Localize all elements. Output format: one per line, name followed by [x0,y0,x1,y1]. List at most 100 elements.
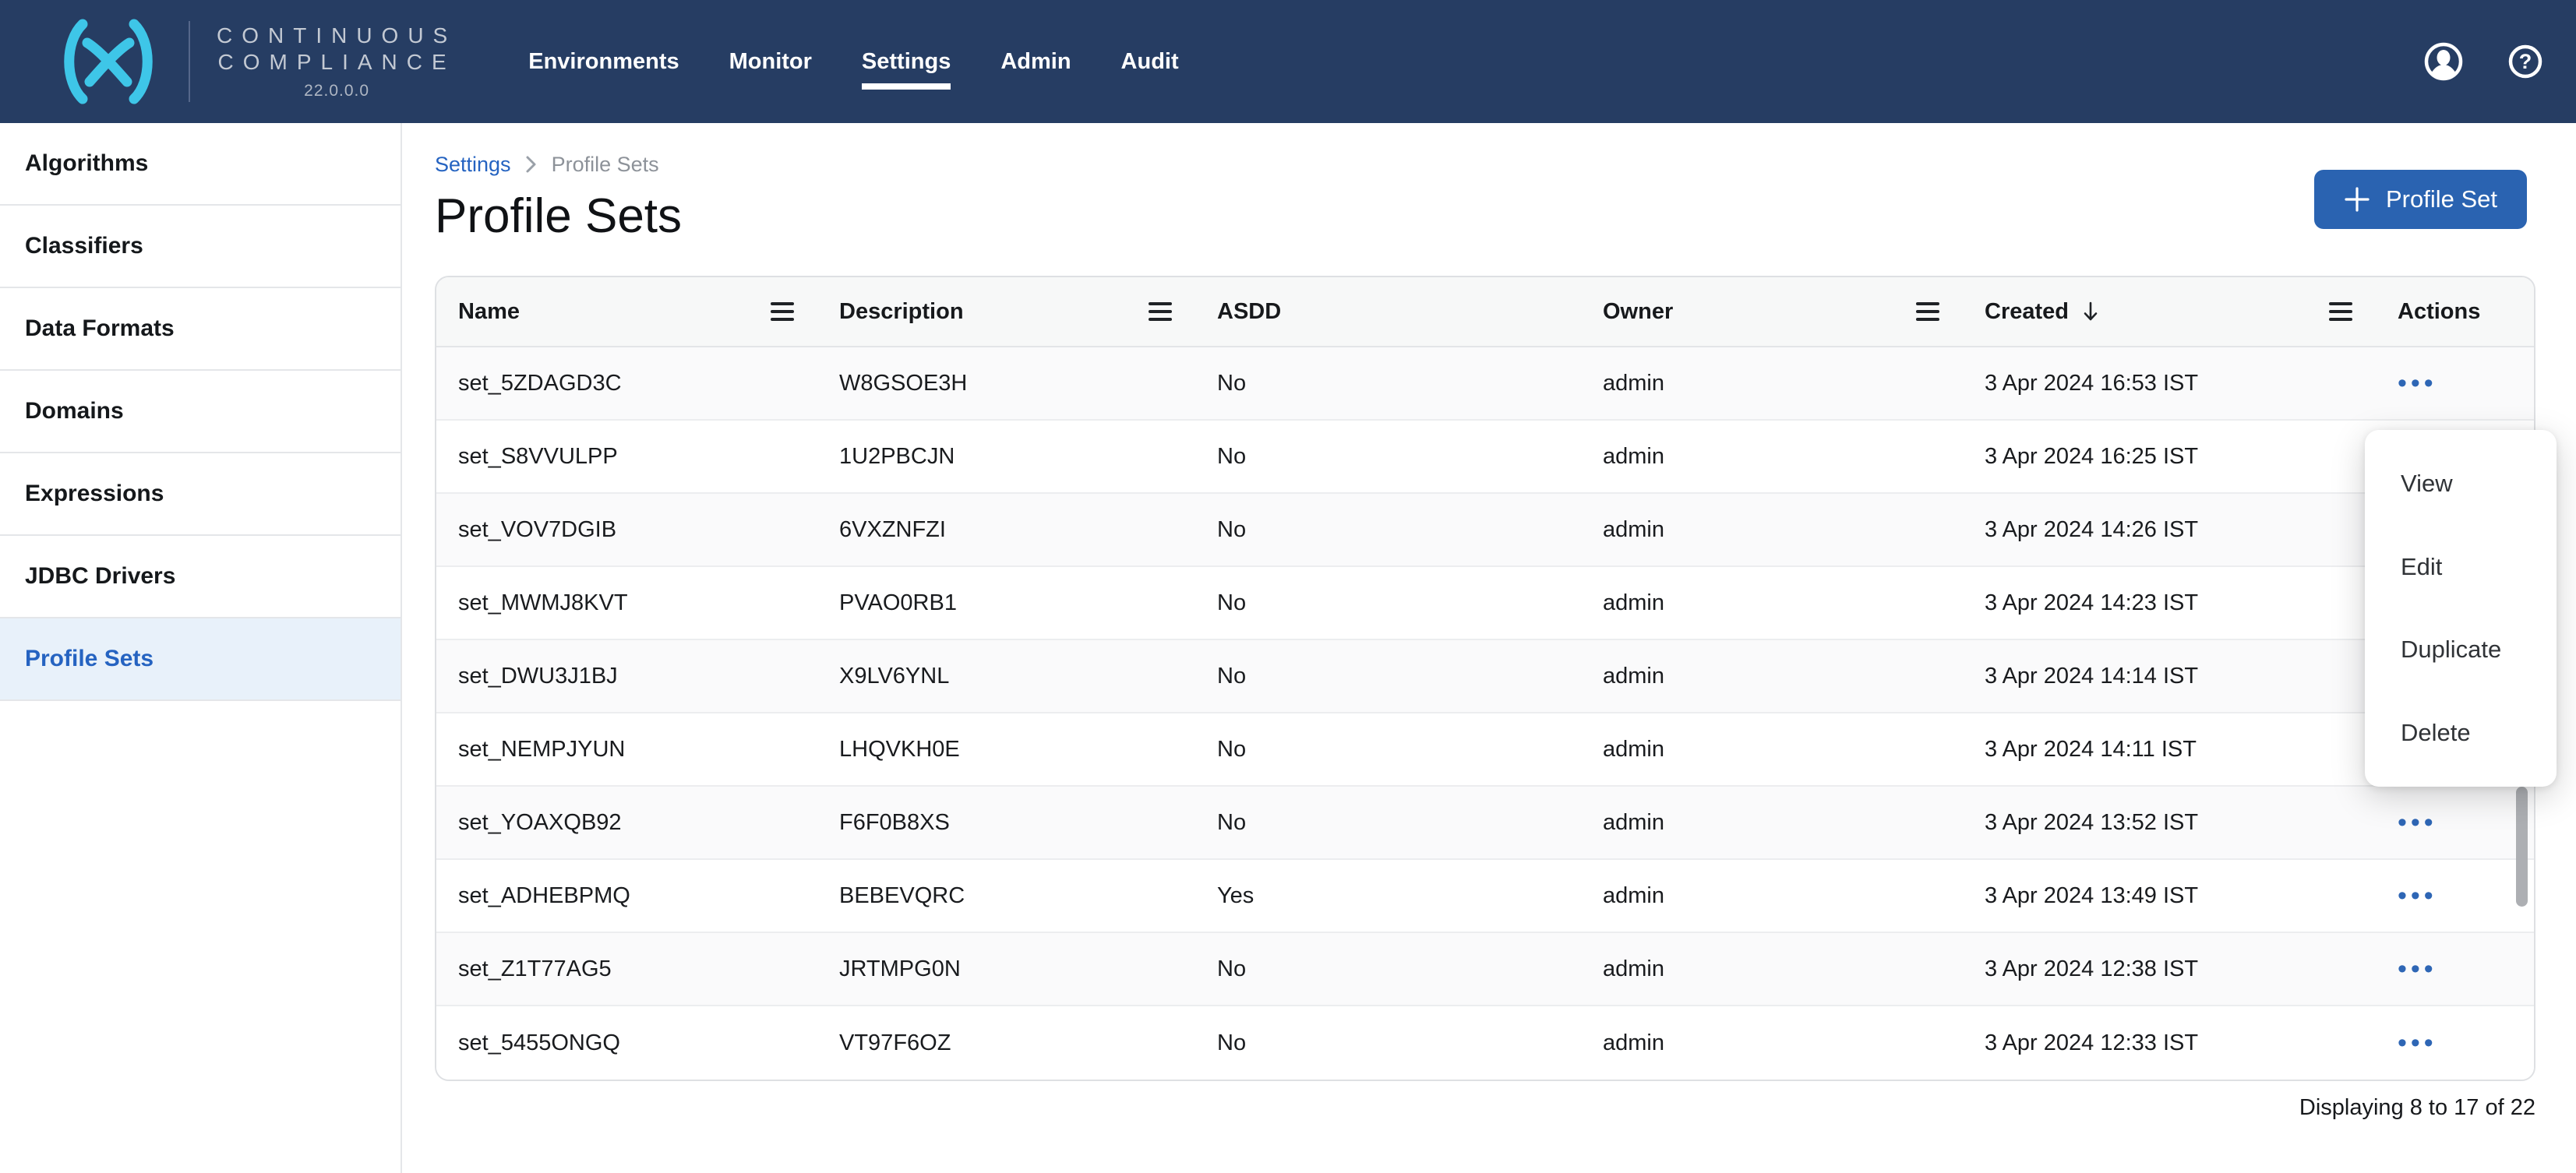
brand-line-2: COMPLIANCE [218,49,456,76]
table-row: set_MWMJ8KVT PVAO0RB1 No admin 3 Apr 202… [436,567,2534,640]
cell-created: 3 Apr 2024 12:33 IST [1963,1006,2376,1080]
add-profile-set-button[interactable]: Profile Set [2314,170,2527,229]
profile-sets-table: Name Description ASDD [435,276,2535,1081]
column-label: Actions [2398,299,2480,325]
table-row: set_ADHEBPMQ BEBEVQRC Yes admin 3 Apr 20… [436,860,2534,933]
column-menu-icon[interactable] [1916,302,1939,321]
column-header[interactable]: Created [1963,277,2376,346]
cell-description: 1U2PBCJN [817,421,1195,492]
cell-name: set_YOAXQB92 [436,787,817,858]
cell-asdd: No [1195,567,1581,639]
table-body: set_5ZDAGD3C W8GSOE3H No admin 3 Apr 202… [436,347,2534,1080]
table-row: set_S8VVULPP 1U2PBCJN No admin 3 Apr 202… [436,421,2534,494]
column-label: Name [458,299,520,325]
nav-item[interactable]: Audit [1121,38,1179,85]
nav-item[interactable]: Settings [862,38,951,85]
context-menu-item[interactable]: Delete [2365,692,2557,775]
sidebar-item[interactable]: JDBC Drivers [0,536,401,618]
cell-owner: admin [1581,933,1963,1005]
cell-description: JRTMPG0N [817,933,1195,1005]
row-actions-menu-icon[interactable]: ••• [2398,370,2437,396]
pagination-status: Displaying 8 to 17 of 22 [435,1095,2535,1121]
row-actions-menu-icon[interactable]: ••• [2398,1030,2437,1056]
sidebar-item[interactable]: Algorithms [0,123,401,206]
context-menu-item[interactable]: Edit [2365,526,2557,609]
cell-created: 3 Apr 2024 14:23 IST [1963,567,2376,639]
cell-name: set_MWMJ8KVT [436,567,817,639]
app-logo: CONTINUOUS COMPLIANCE 22.0.0.0 [50,19,457,104]
cell-asdd: No [1195,713,1581,785]
main-content: Settings Profile Sets Profile Sets Profi… [402,123,2576,1173]
cell-created: 3 Apr 2024 16:25 IST [1963,421,2376,492]
delphix-x-logo-icon [50,19,167,104]
column-header[interactable]: Name [436,277,817,346]
breadcrumb-current: Profile Sets [552,153,659,177]
nav-item[interactable]: Environments [528,38,679,85]
cell-name: set_Z1T77AG5 [436,933,817,1005]
cell-name: set_NEMPJYUN [436,713,817,785]
column-header[interactable]: Actions [2376,277,2534,346]
column-header[interactable]: ASDD [1195,277,1581,346]
brand-line-1: CONTINUOUS [217,23,457,49]
column-header[interactable]: Owner [1581,277,1963,346]
cell-owner: admin [1581,421,1963,492]
row-actions-menu-icon[interactable]: ••• [2398,956,2437,982]
sidebar-item[interactable]: Classifiers [0,206,401,288]
cell-created: 3 Apr 2024 13:52 IST [1963,787,2376,858]
row-actions-menu-icon[interactable]: ••• [2398,882,2437,909]
cell-created: 3 Apr 2024 16:53 IST [1963,347,2376,419]
page-title: Profile Sets [435,188,2576,245]
cell-description: X9LV6YNL [817,640,1195,712]
column-header[interactable]: Description [817,277,1195,346]
cell-actions: ••• [2376,347,2534,419]
row-actions-menu-icon[interactable]: ••• [2398,809,2437,836]
column-menu-icon[interactable] [771,302,794,321]
table-scrollbar-thumb[interactable] [2516,787,2528,907]
chevron-right-icon [525,154,538,174]
breadcrumb-settings-link[interactable]: Settings [435,153,511,177]
help-icon[interactable]: ? [2507,44,2543,79]
context-menu-item[interactable]: View [2365,442,2557,526]
user-avatar-icon[interactable] [2423,41,2464,82]
cell-actions: ••• [2376,787,2534,858]
sidebar-item[interactable]: Expressions [0,453,401,536]
context-menu-item[interactable]: Duplicate [2365,608,2557,692]
cell-name: set_S8VVULPP [436,421,817,492]
cell-created: 3 Apr 2024 12:38 IST [1963,933,2376,1005]
breadcrumb: Settings Profile Sets [435,151,2576,178]
cell-actions: ••• [2376,933,2534,1005]
cell-description: BEBEVQRC [817,860,1195,932]
column-label: Description [839,299,964,325]
cell-description: PVAO0RB1 [817,567,1195,639]
cell-owner: admin [1581,640,1963,712]
cell-owner: admin [1581,860,1963,932]
cell-created: 3 Apr 2024 14:14 IST [1963,640,2376,712]
cell-asdd: No [1195,640,1581,712]
cell-owner: admin [1581,1006,1963,1080]
table-row: set_Z1T77AG5 JRTMPG0N No admin 3 Apr 202… [436,933,2534,1006]
sort-desc-icon[interactable] [2081,300,2100,323]
cell-created: 3 Apr 2024 13:49 IST [1963,860,2376,932]
cell-description: W8GSOE3H [817,347,1195,419]
cell-owner: admin [1581,787,1963,858]
sidebar-item[interactable]: Data Formats [0,288,401,371]
cell-asdd: No [1195,421,1581,492]
column-label: ASDD [1217,299,1281,325]
cell-name: set_DWU3J1BJ [436,640,817,712]
column-menu-icon[interactable] [2329,302,2352,321]
cell-owner: admin [1581,494,1963,565]
nav-item[interactable]: Admin [1000,38,1071,85]
cell-name: set_5ZDAGD3C [436,347,817,419]
table-row: set_YOAXQB92 F6F0B8XS No admin 3 Apr 202… [436,787,2534,860]
sidebar-item[interactable]: Profile Sets [0,618,401,701]
app-version: 22.0.0.0 [304,82,369,100]
cell-asdd: No [1195,1006,1581,1080]
sidebar-item[interactable]: Domains [0,371,401,453]
cell-owner: admin [1581,567,1963,639]
nav-item[interactable]: Monitor [729,38,812,85]
table-row: set_DWU3J1BJ X9LV6YNL No admin 3 Apr 202… [436,640,2534,713]
cell-name: set_5455ONGQ [436,1006,817,1080]
top-bar: CONTINUOUS COMPLIANCE 22.0.0.0 Environme… [0,0,2576,123]
column-menu-icon[interactable] [1149,302,1172,321]
cell-description: VT97F6OZ [817,1006,1195,1080]
